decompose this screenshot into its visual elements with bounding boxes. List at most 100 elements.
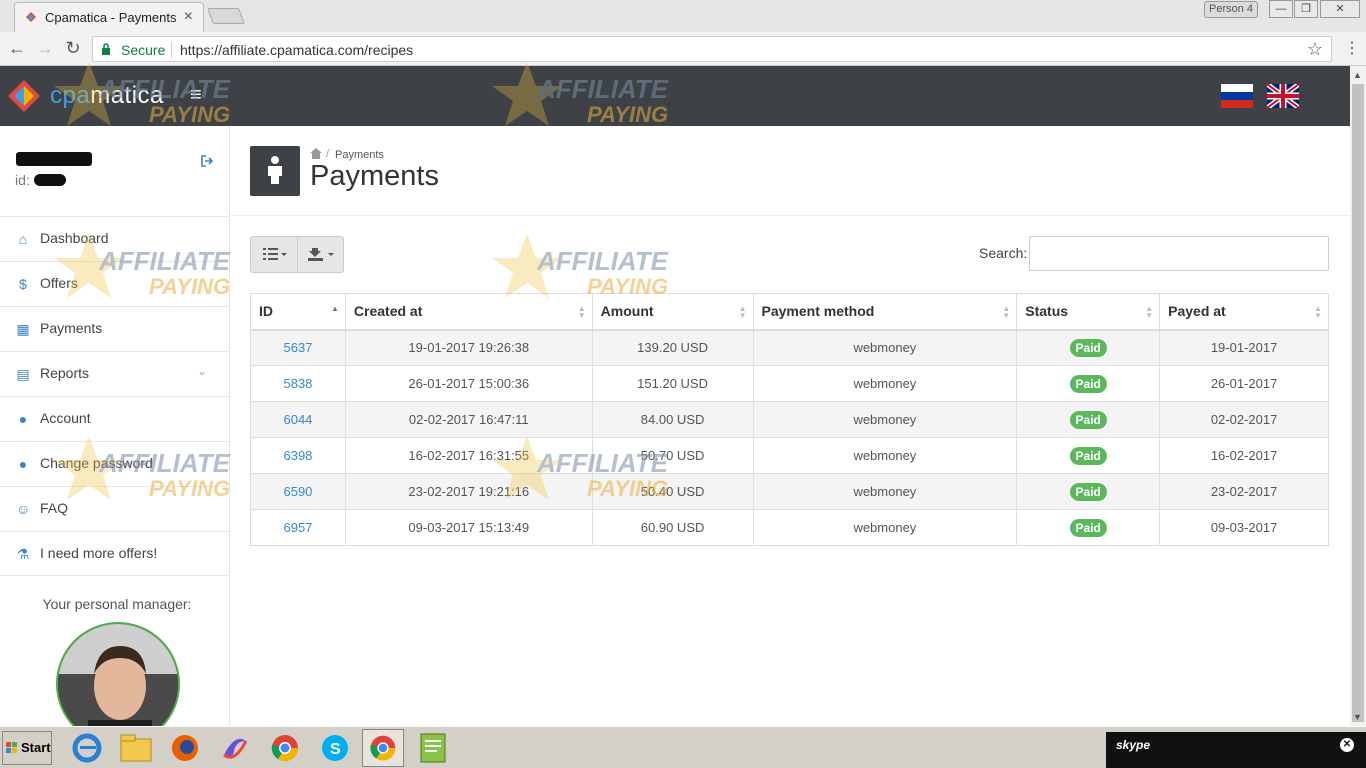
export-button[interactable] (297, 237, 343, 272)
search-input[interactable] (1029, 236, 1329, 271)
dollar-icon: $ (19, 276, 27, 292)
sidebar-item-account[interactable]: ● Account (0, 396, 229, 441)
breadcrumb-home-icon[interactable] (310, 148, 322, 159)
download-icon (308, 248, 334, 261)
column-header-amount[interactable]: Amount ▲ ▼ (591, 293, 754, 331)
cell-id[interactable]: 5838 (250, 365, 346, 402)
table-row: 5838 26-01-2017 15:00:36 151.20 USD webm… (250, 365, 1329, 402)
english-flag-icon[interactable] (1267, 84, 1299, 108)
cell-payment-method: webmoney (752, 365, 1018, 402)
browser-tab[interactable]: Cpamatica - Payments × (14, 2, 204, 32)
sidebar-item-label: Change password (40, 455, 153, 471)
reload-icon[interactable]: ↻ (62, 38, 84, 59)
tab-close-icon[interactable]: × (184, 8, 193, 26)
column-header-payed-at[interactable]: Payed at ▲ ▼ (1159, 293, 1329, 331)
logout-icon[interactable] (200, 154, 214, 168)
sidebar-item-label: Offers (40, 275, 78, 291)
sidebar-item-label: Dashboard (40, 230, 109, 246)
url-text[interactable]: https://affiliate.cpamatica.com/recipes (180, 42, 413, 58)
cell-status: Paid (1016, 437, 1161, 474)
sidebar-item-label: Payments (40, 320, 103, 336)
address-toolbar: ← → ↻ Secure https://affiliate.cpamatica… (0, 32, 1366, 66)
scroll-thumb[interactable] (1352, 84, 1364, 722)
column-header-id[interactable]: ID ▲ (250, 293, 346, 331)
calendar-icon: ▦ (16, 321, 30, 337)
cell-created-at: 02-02-2017 16:47:11 (344, 401, 593, 438)
scroll-up-icon[interactable]: ▲ (1353, 70, 1362, 80)
logo-text[interactable]: cpamatica (50, 82, 164, 110)
skype-logo: skype (1116, 738, 1151, 752)
user-id-redacted (34, 174, 66, 186)
bookmark-star-icon[interactable]: ☆ (1307, 39, 1323, 60)
cell-payed-at: 26-01-2017 (1159, 365, 1329, 402)
page-header: / Payments Payments (230, 126, 1350, 216)
cell-payed-at: 23-02-2017 (1159, 473, 1329, 510)
restore-button[interactable]: ❐ (1294, 0, 1318, 18)
cell-id[interactable]: 6590 (250, 473, 346, 510)
cell-status: Paid (1016, 329, 1161, 366)
status-badge: Paid (1069, 410, 1107, 429)
sidebar-item-payments[interactable]: ▦ Payments (0, 306, 229, 351)
person-icon (268, 156, 282, 184)
window-close-button[interactable]: ✕ (1320, 0, 1360, 18)
table-row: 6044 02-02-2017 16:47:11 84.00 USD webmo… (250, 401, 1329, 438)
start-button[interactable]: Start (2, 731, 52, 765)
cell-payment-method: webmoney (752, 401, 1018, 438)
cell-id[interactable]: 6957 (250, 509, 346, 546)
status-badge: Paid (1069, 518, 1107, 537)
document-icon: ▤ (16, 366, 30, 382)
reddit-icon: ☺ (16, 501, 31, 517)
sidebar-item-more-offers[interactable]: ⚗ I need more offers! (0, 531, 229, 576)
cell-amount: 151.20 USD (591, 365, 754, 402)
column-toggle-button[interactable] (251, 237, 297, 272)
chrome-active-icon[interactable] (362, 729, 404, 767)
chevron-down-icon[interactable]: ⌄ (197, 364, 207, 378)
chrome-icon[interactable] (264, 729, 306, 767)
minimize-button[interactable]: — (1269, 0, 1293, 18)
sidebar-item-change-password[interactable]: ● Change password (0, 441, 229, 486)
scroll-down-icon[interactable]: ▼ (1353, 712, 1362, 722)
app-header: cpamatica ≡ (0, 66, 1350, 126)
affiliate-paying-watermark: AFFILIATE PAYING (492, 234, 669, 299)
sidebar-item-label: Account (40, 410, 91, 426)
sort-asc-icon: ▲ (330, 304, 339, 313)
column-header-payment-method[interactable]: Payment method ▲ ▼ (752, 293, 1018, 331)
internet-explorer-icon[interactable] (66, 729, 108, 767)
forward-arrow-icon[interactable]: → (34, 38, 56, 59)
sort-icon: ▲ ▼ (1145, 304, 1154, 320)
user-id-label: id: (15, 172, 30, 188)
address-bar[interactable]: Secure https://affiliate.cpamatica.com/r… (92, 36, 1332, 62)
cell-id[interactable]: 5637 (250, 329, 346, 366)
file-explorer-icon[interactable] (115, 729, 157, 767)
cell-amount: 139.20 USD (591, 329, 754, 366)
skype-icon[interactable]: S (314, 729, 356, 767)
cell-payed-at: 02-02-2017 (1159, 401, 1329, 438)
profile-button[interactable]: Person 4 (1204, 1, 1258, 18)
menu-toggle-icon[interactable]: ≡ (190, 84, 202, 107)
sidebar-item-dashboard[interactable]: ⌂ Dashboard (0, 216, 229, 261)
russian-flag-icon[interactable] (1221, 84, 1253, 108)
sidebar-item-faq[interactable]: ☺ FAQ (0, 486, 229, 531)
cell-id[interactable]: 6398 (250, 437, 346, 474)
sidebar-item-label: Reports (40, 365, 90, 381)
new-tab-button[interactable] (207, 8, 245, 24)
cell-payed-at: 19-01-2017 (1159, 329, 1329, 366)
sidebar-item-label: FAQ (40, 500, 69, 516)
cell-created-at: 16-02-2017 16:31:55 (344, 437, 593, 474)
page-scrollbar[interactable]: ▲ ▼ (1350, 66, 1366, 726)
back-arrow-icon[interactable]: ← (6, 38, 28, 59)
cell-payed-at: 16-02-2017 (1159, 437, 1329, 474)
firefox-icon[interactable] (164, 729, 206, 767)
column-header-status[interactable]: Status ▲ ▼ (1016, 293, 1161, 331)
cpamatica-logo-icon[interactable] (4, 76, 44, 116)
browser-menu-icon[interactable]: ⋮ (1344, 38, 1360, 58)
column-header-created-at[interactable]: Created at ▲ ▼ (344, 293, 593, 331)
sort-icon: ▲ ▼ (738, 304, 747, 320)
tab-title: Cpamatica - Payments (45, 10, 177, 25)
close-icon[interactable]: ✕ (1340, 738, 1354, 752)
sidebar-item-offers[interactable]: $ Offers (0, 261, 229, 306)
notepad-plus-plus-icon[interactable] (412, 729, 454, 767)
sidebar-item-reports[interactable]: ▤ Reports ⌄ (0, 351, 229, 396)
cell-id[interactable]: 6044 (250, 401, 346, 438)
browser-app-icon[interactable] (214, 729, 256, 767)
